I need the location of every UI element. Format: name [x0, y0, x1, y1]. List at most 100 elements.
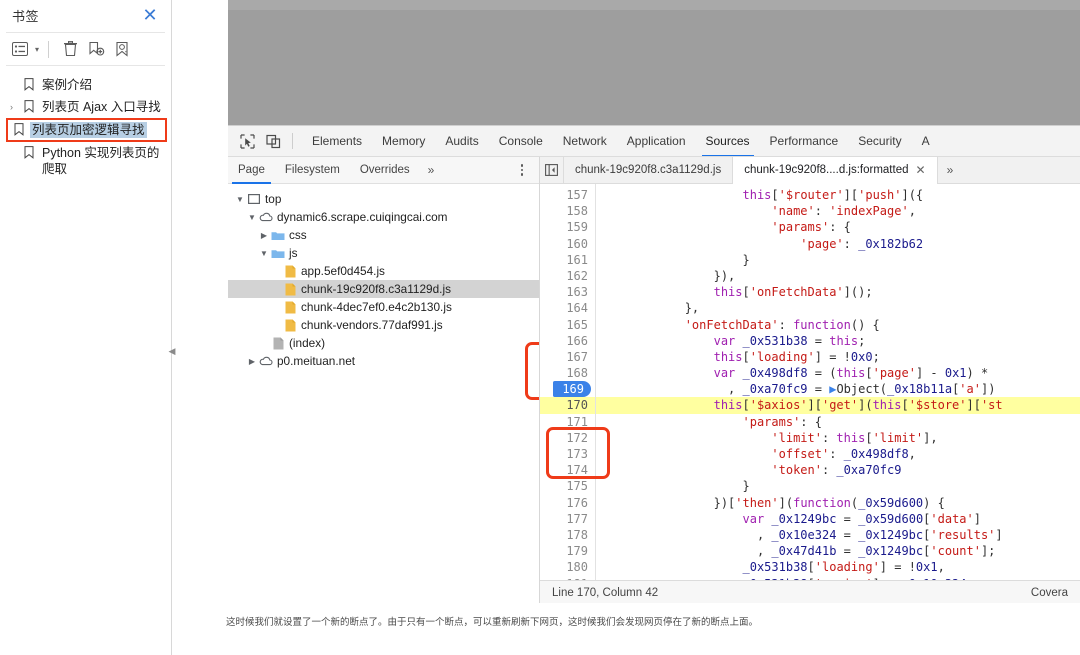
- twisty-icon[interactable]: ▼: [246, 213, 258, 222]
- code-line-160[interactable]: 'page': _0x182b62: [596, 236, 1080, 252]
- line-number-167[interactable]: 167: [540, 349, 595, 365]
- add-bookmark-icon[interactable]: [84, 37, 108, 61]
- code-line-178[interactable]: , _0x10e324 = _0x1249bc['results']: [596, 527, 1080, 543]
- device-toolbar-icon[interactable]: [260, 128, 286, 154]
- bookmark-expander[interactable]: ›: [6, 99, 17, 115]
- code-line-172[interactable]: 'limit': this['limit'],: [596, 430, 1080, 446]
- line-number-169[interactable]: 169: [540, 381, 595, 398]
- tree-row-top[interactable]: ▼ top: [228, 190, 539, 208]
- code-line-175[interactable]: }: [596, 478, 1080, 494]
- twisty-icon[interactable]: ▶: [258, 231, 270, 240]
- line-number-178[interactable]: 178: [540, 527, 595, 543]
- line-number-165[interactable]: 165: [540, 317, 595, 333]
- tab-audits[interactable]: Audits: [435, 126, 488, 156]
- line-number-180[interactable]: 180: [540, 559, 595, 575]
- tree-row-js-folder[interactable]: ▼ js: [228, 244, 539, 262]
- line-number-176[interactable]: 176: [540, 495, 595, 511]
- close-icon[interactable]: ✕: [916, 163, 926, 177]
- code-line-173[interactable]: 'offset': _0x498df8,: [596, 446, 1080, 462]
- line-number-166[interactable]: 166: [540, 333, 595, 349]
- code-line-174[interactable]: 'token': _0xa70fc9: [596, 462, 1080, 478]
- tree-row-chunk-4dec7ef0[interactable]: chunk-4dec7ef0.e4c2b130.js: [228, 298, 539, 316]
- code-line-169[interactable]: , _0xa70fc9 = ▶Object(_0x18b11a['a']): [596, 381, 1080, 397]
- code-line-168[interactable]: var _0x498df8 = (this['page'] - 0x1) *: [596, 365, 1080, 381]
- breakpoint-marker[interactable]: 169: [553, 381, 591, 398]
- code-line-176[interactable]: })['then'](function(_0x59d600) {: [596, 495, 1080, 511]
- code-line-170[interactable]: this['$axios']['get'](this['$store']['st: [596, 397, 1080, 414]
- tree-row-p0-meituan[interactable]: ▶ p0.meituan.net: [228, 352, 539, 370]
- more-tabs-icon[interactable]: »: [938, 163, 963, 177]
- tab-performance[interactable]: Performance: [760, 126, 849, 156]
- tree-row-domain[interactable]: ▼ dynamic6.scrape.cuiqingcai.com: [228, 208, 539, 226]
- line-number-179[interactable]: 179: [540, 543, 595, 559]
- source-tab-chunk-19c920f8[interactable]: chunk-19c920f8.c3a1129d.js: [564, 157, 734, 184]
- tab-sources[interactable]: Sources: [696, 126, 760, 156]
- code-line-158[interactable]: 'name': 'indexPage',: [596, 203, 1080, 219]
- tab-security[interactable]: Security: [848, 126, 911, 156]
- tree-row-css[interactable]: ▶ css: [228, 226, 539, 244]
- tab-network[interactable]: Network: [553, 126, 617, 156]
- nav-tab-page[interactable]: Page: [228, 157, 275, 184]
- line-number-158[interactable]: 158: [540, 203, 595, 219]
- twisty-icon[interactable]: ▶: [246, 357, 258, 366]
- code-line-165[interactable]: 'onFetchData': function() {: [596, 317, 1080, 333]
- line-number-162[interactable]: 162: [540, 268, 595, 284]
- twisty-icon[interactable]: ▼: [258, 249, 270, 258]
- twisty-icon[interactable]: ▼: [234, 195, 246, 204]
- source-tab-chunk-19c920f8-formatted[interactable]: chunk-19c920f8....d.js:formatted ✕: [733, 157, 938, 184]
- code-line-171[interactable]: 'params': {: [596, 414, 1080, 430]
- panel-collapse-handle[interactable]: ◀: [166, 340, 178, 362]
- line-number-160[interactable]: 160: [540, 236, 595, 252]
- code-content[interactable]: this['$router']['push']({ 'name': 'index…: [596, 184, 1080, 580]
- more-options-icon[interactable]: [514, 160, 530, 180]
- code-line-159[interactable]: 'params': {: [596, 219, 1080, 235]
- code-line-163[interactable]: this['onFetchData']();: [596, 284, 1080, 300]
- tab-elements[interactable]: Elements: [302, 126, 372, 156]
- tab-memory[interactable]: Memory: [372, 126, 435, 156]
- inspect-element-icon[interactable]: [234, 128, 260, 154]
- nav-tab-filesystem[interactable]: Filesystem: [275, 157, 350, 184]
- edit-bookmark-icon[interactable]: [110, 37, 134, 61]
- code-line-166[interactable]: var _0x531b38 = this;: [596, 333, 1080, 349]
- code-line-164[interactable]: },: [596, 300, 1080, 316]
- code-editor[interactable]: 157 158 159 160 161 162 163 164 165 166 167 168 169 1…: [540, 184, 1080, 580]
- line-number-173[interactable]: 173: [540, 446, 595, 462]
- line-number-174[interactable]: 174: [540, 462, 595, 478]
- bookmark-item-2-selected[interactable]: 列表页加密逻辑寻找: [6, 118, 167, 142]
- trash-icon[interactable]: [58, 37, 82, 61]
- tab-audits-overflow[interactable]: A: [912, 126, 940, 156]
- line-number-159[interactable]: 159: [540, 219, 595, 235]
- bookmark-item-0[interactable]: 案例介绍: [0, 74, 171, 96]
- tree-row-chunk-19c920f8-selected[interactable]: chunk-19c920f8.c3a1129d.js: [228, 280, 539, 298]
- tab-console[interactable]: Console: [489, 126, 553, 156]
- code-line-157[interactable]: this['$router']['push']({: [596, 187, 1080, 203]
- line-number-168[interactable]: 168: [540, 365, 595, 381]
- tree-row-chunk-vendors[interactable]: chunk-vendors.77daf991.js: [228, 316, 539, 334]
- line-number-170[interactable]: 170: [540, 397, 595, 414]
- navigator-toggle-icon[interactable]: [540, 157, 564, 184]
- code-line-181[interactable]: _0x531b38['movies'] = _0x10e324,: [596, 576, 1080, 581]
- tree-row-app-js[interactable]: app.5ef0d454.js: [228, 262, 539, 280]
- line-number-163[interactable]: 163: [540, 284, 595, 300]
- line-number-177[interactable]: 177: [540, 511, 595, 527]
- tab-application[interactable]: Application: [617, 126, 696, 156]
- bookmark-item-1[interactable]: › 列表页 Ajax 入口寻找: [0, 96, 171, 118]
- line-number-161[interactable]: 161: [540, 252, 595, 268]
- tree-row-index[interactable]: (index): [228, 334, 539, 352]
- nav-more-tabs-icon[interactable]: »: [420, 163, 443, 177]
- line-number-172[interactable]: 172: [540, 430, 595, 446]
- code-line-177[interactable]: var _0x1249bc = _0x59d600['data']: [596, 511, 1080, 527]
- list-view-icon[interactable]: [8, 37, 32, 61]
- code-line-161[interactable]: }: [596, 252, 1080, 268]
- line-number-171[interactable]: 171: [540, 414, 595, 430]
- line-number-164[interactable]: 164: [540, 300, 595, 316]
- code-line-179[interactable]: , _0x47d41b = _0x1249bc['count'];: [596, 543, 1080, 559]
- line-number-gutter[interactable]: 157 158 159 160 161 162 163 164 165 166 167 168 169 1…: [540, 184, 596, 580]
- line-number-181[interactable]: 181: [540, 576, 595, 581]
- chevron-down-icon[interactable]: ▾: [35, 45, 39, 54]
- close-icon[interactable]: ✕: [139, 4, 161, 26]
- nav-tab-overrides[interactable]: Overrides: [350, 157, 420, 184]
- code-line-162[interactable]: }),: [596, 268, 1080, 284]
- code-line-180[interactable]: _0x531b38['loading'] = !0x1,: [596, 559, 1080, 575]
- line-number-175[interactable]: 175: [540, 478, 595, 494]
